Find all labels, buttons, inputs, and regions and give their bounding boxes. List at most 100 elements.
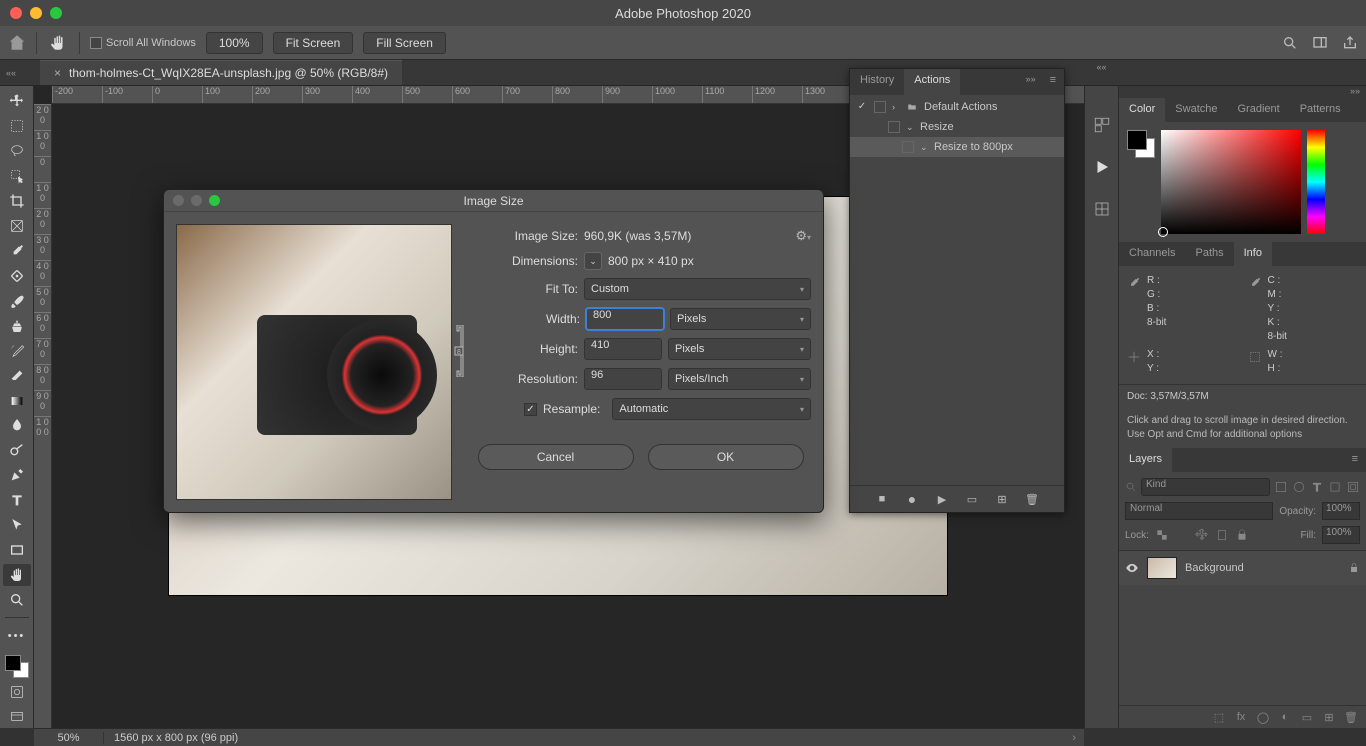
collapse-icon[interactable]: »» (1020, 69, 1042, 95)
workspace-icon[interactable] (1312, 35, 1328, 51)
fg-swatch[interactable] (1127, 130, 1147, 150)
checkbox-icon[interactable] (90, 37, 102, 49)
dimensions-unit-icon[interactable]: ⌄ (584, 252, 602, 270)
dialog-close[interactable] (173, 195, 184, 206)
filter-adjust-icon[interactable] (1292, 480, 1306, 494)
gradient-tool[interactable] (3, 389, 31, 412)
status-nav-icon[interactable]: › (1064, 732, 1084, 744)
clone-tool[interactable] (3, 314, 31, 337)
zoom-tool[interactable] (3, 588, 31, 611)
move-tool[interactable] (3, 90, 31, 113)
tab-channels[interactable]: Channels (1119, 242, 1185, 266)
lock-artboard-icon[interactable] (1215, 528, 1229, 542)
ruler-vertical[interactable]: 2 0 01 0 001 0 02 0 03 0 04 0 05 0 06 0 … (34, 104, 52, 728)
color-fgbg[interactable] (1127, 130, 1155, 158)
stop-icon[interactable]: ■ (875, 492, 889, 506)
fx-icon[interactable]: fx (1234, 710, 1248, 724)
scroll-all-windows-check[interactable]: Scroll All Windows (90, 37, 196, 49)
collapse-toolbar-icon[interactable]: «« (6, 68, 16, 78)
layer-thumbnail[interactable] (1147, 557, 1177, 579)
cancel-button[interactable]: Cancel (478, 444, 634, 470)
layer-item[interactable]: Background (1119, 550, 1366, 585)
resample-select[interactable]: Automatic▾ (612, 398, 811, 420)
hand-tool-icon[interactable] (47, 32, 69, 54)
pen-tool[interactable] (3, 464, 31, 487)
path-select-tool[interactable] (3, 514, 31, 537)
adjustment-icon[interactable]: ◐ (1278, 710, 1292, 724)
status-info[interactable]: 1560 px x 800 px (96 ppi) (104, 732, 1064, 744)
screenmode-tool[interactable] (3, 705, 31, 728)
folder-icon[interactable]: ▭ (1300, 710, 1314, 724)
hand-tool[interactable] (3, 564, 31, 587)
action-row-selected[interactable]: ⌄ Resize to 800px (850, 137, 1064, 157)
lock-paint-icon[interactable] (1175, 528, 1189, 542)
new-layer-icon[interactable]: ⊞ (1322, 710, 1336, 724)
home-icon[interactable] (8, 34, 26, 52)
document-tab[interactable]: × thom-holmes-Ct_WqIX28EA-unsplash.jpg @… (40, 60, 402, 85)
quick-select-tool[interactable] (3, 165, 31, 188)
resolution-input[interactable]: 96 (584, 368, 662, 390)
panel-menu-icon[interactable]: ≡ (1042, 69, 1064, 95)
filter-pixel-icon[interactable] (1274, 480, 1288, 494)
fit-screen-button[interactable]: Fit Screen (273, 32, 354, 54)
ok-button[interactable]: OK (648, 444, 804, 470)
lock-pos-icon[interactable] (1195, 528, 1209, 542)
tab-layers[interactable]: Layers (1119, 448, 1172, 472)
record-icon[interactable]: ● (905, 492, 919, 506)
crop-tool[interactable] (3, 190, 31, 213)
folder-icon[interactable]: ▭ (965, 492, 979, 506)
tab-paths[interactable]: Paths (1185, 242, 1233, 266)
minimize-window[interactable] (30, 7, 42, 19)
foreground-color[interactable] (5, 655, 21, 671)
action-row[interactable]: ✓ › Default Actions (850, 97, 1064, 117)
collapse-panels-icon[interactable]: »» (1119, 86, 1366, 98)
width-input[interactable]: 800 (586, 308, 664, 330)
filter-smart-icon[interactable] (1346, 480, 1360, 494)
zoom-100-button[interactable]: 100% (206, 32, 263, 54)
healing-tool[interactable] (3, 264, 31, 287)
layer-name[interactable]: Background (1185, 562, 1244, 574)
layer-filter-kind[interactable]: Kind (1141, 478, 1270, 496)
opacity-input[interactable]: 100% (1322, 502, 1360, 520)
share-icon[interactable] (1342, 35, 1358, 51)
fill-input[interactable]: 100% (1322, 526, 1360, 544)
dodge-tool[interactable] (3, 439, 31, 462)
type-tool[interactable] (3, 489, 31, 512)
height-unit-select[interactable]: Pixels▾ (668, 338, 811, 360)
close-window[interactable] (10, 7, 22, 19)
panel-icon-1[interactable] (1093, 116, 1111, 134)
tab-gradients[interactable]: Gradient (1228, 98, 1290, 122)
brush-tool[interactable] (3, 289, 31, 312)
lasso-tool[interactable] (3, 140, 31, 163)
resolution-unit-select[interactable]: Pixels/Inch▾ (668, 368, 811, 390)
tab-color[interactable]: Color (1119, 98, 1165, 122)
blend-mode-select[interactable]: Normal (1125, 502, 1273, 520)
visibility-icon[interactable] (1125, 561, 1139, 575)
new-icon[interactable]: ⊞ (995, 492, 1009, 506)
action-row[interactable]: ⌄ Resize (850, 117, 1064, 137)
history-brush-tool[interactable] (3, 339, 31, 362)
status-zoom[interactable]: 50% (34, 732, 104, 744)
collapse-strip-icon[interactable]: «« (1096, 62, 1106, 72)
quickmask-tool[interactable] (3, 680, 31, 703)
panel-menu-icon[interactable]: ≡ (1344, 448, 1366, 472)
dialog-titlebar[interactable]: Image Size (164, 190, 823, 212)
resample-checkbox[interactable]: ✓ (524, 403, 537, 416)
maximize-window[interactable] (50, 7, 62, 19)
dialog-zoom[interactable] (209, 195, 220, 206)
marquee-tool[interactable] (3, 115, 31, 138)
color-swatches[interactable] (5, 655, 29, 678)
rectangle-tool[interactable] (3, 539, 31, 562)
tab-actions[interactable]: Actions (904, 69, 960, 95)
tab-swatches[interactable]: Swatche (1165, 98, 1227, 122)
blur-tool[interactable] (3, 414, 31, 437)
close-tab-icon[interactable]: × (54, 66, 61, 80)
fill-screen-button[interactable]: Fill Screen (363, 32, 446, 54)
filter-shape-icon[interactable] (1328, 480, 1342, 494)
search-icon[interactable] (1282, 35, 1298, 51)
height-input[interactable]: 410 (584, 338, 662, 360)
eraser-tool[interactable] (3, 364, 31, 387)
lock-trans-icon[interactable] (1155, 528, 1169, 542)
eyedropper-tool[interactable] (3, 240, 31, 263)
play-icon[interactable]: ▶ (935, 492, 949, 506)
